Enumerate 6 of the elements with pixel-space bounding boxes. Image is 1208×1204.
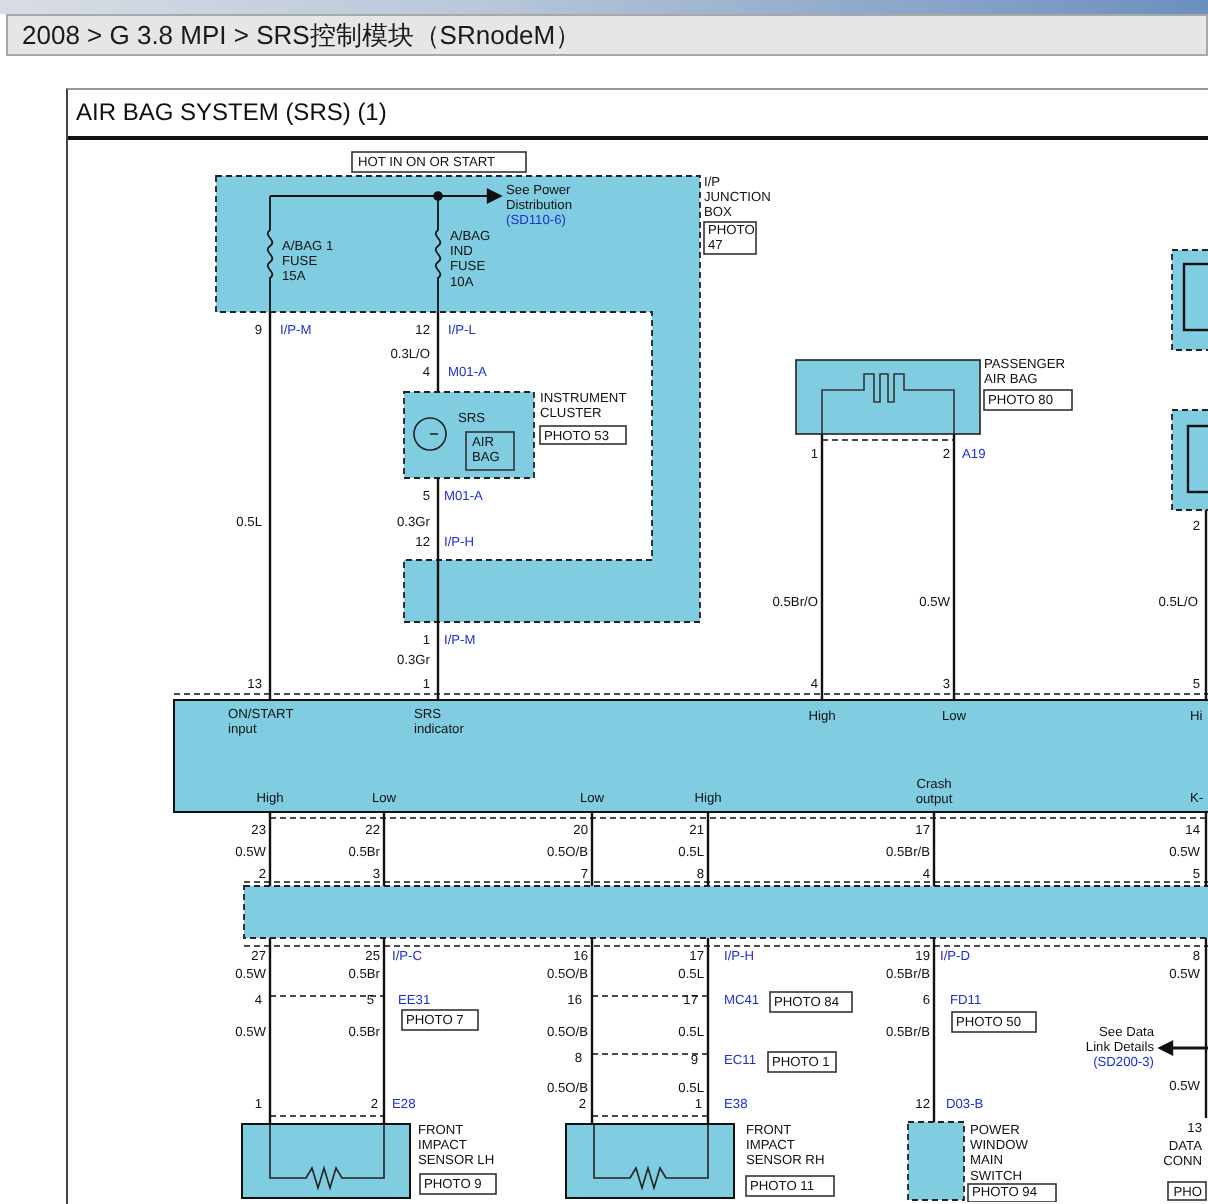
instrument-cluster-block [403,391,535,479]
component-block [1171,249,1208,351]
power-window-switch-block [907,1121,965,1201]
diagram-title: AIR BAG SYSTEM (SRS) (1) [68,90,1208,140]
component-block [1171,409,1208,511]
breadcrumb: 2008 > G 3.8 MPI > SRS控制模块（SRnodeM） [6,14,1208,56]
